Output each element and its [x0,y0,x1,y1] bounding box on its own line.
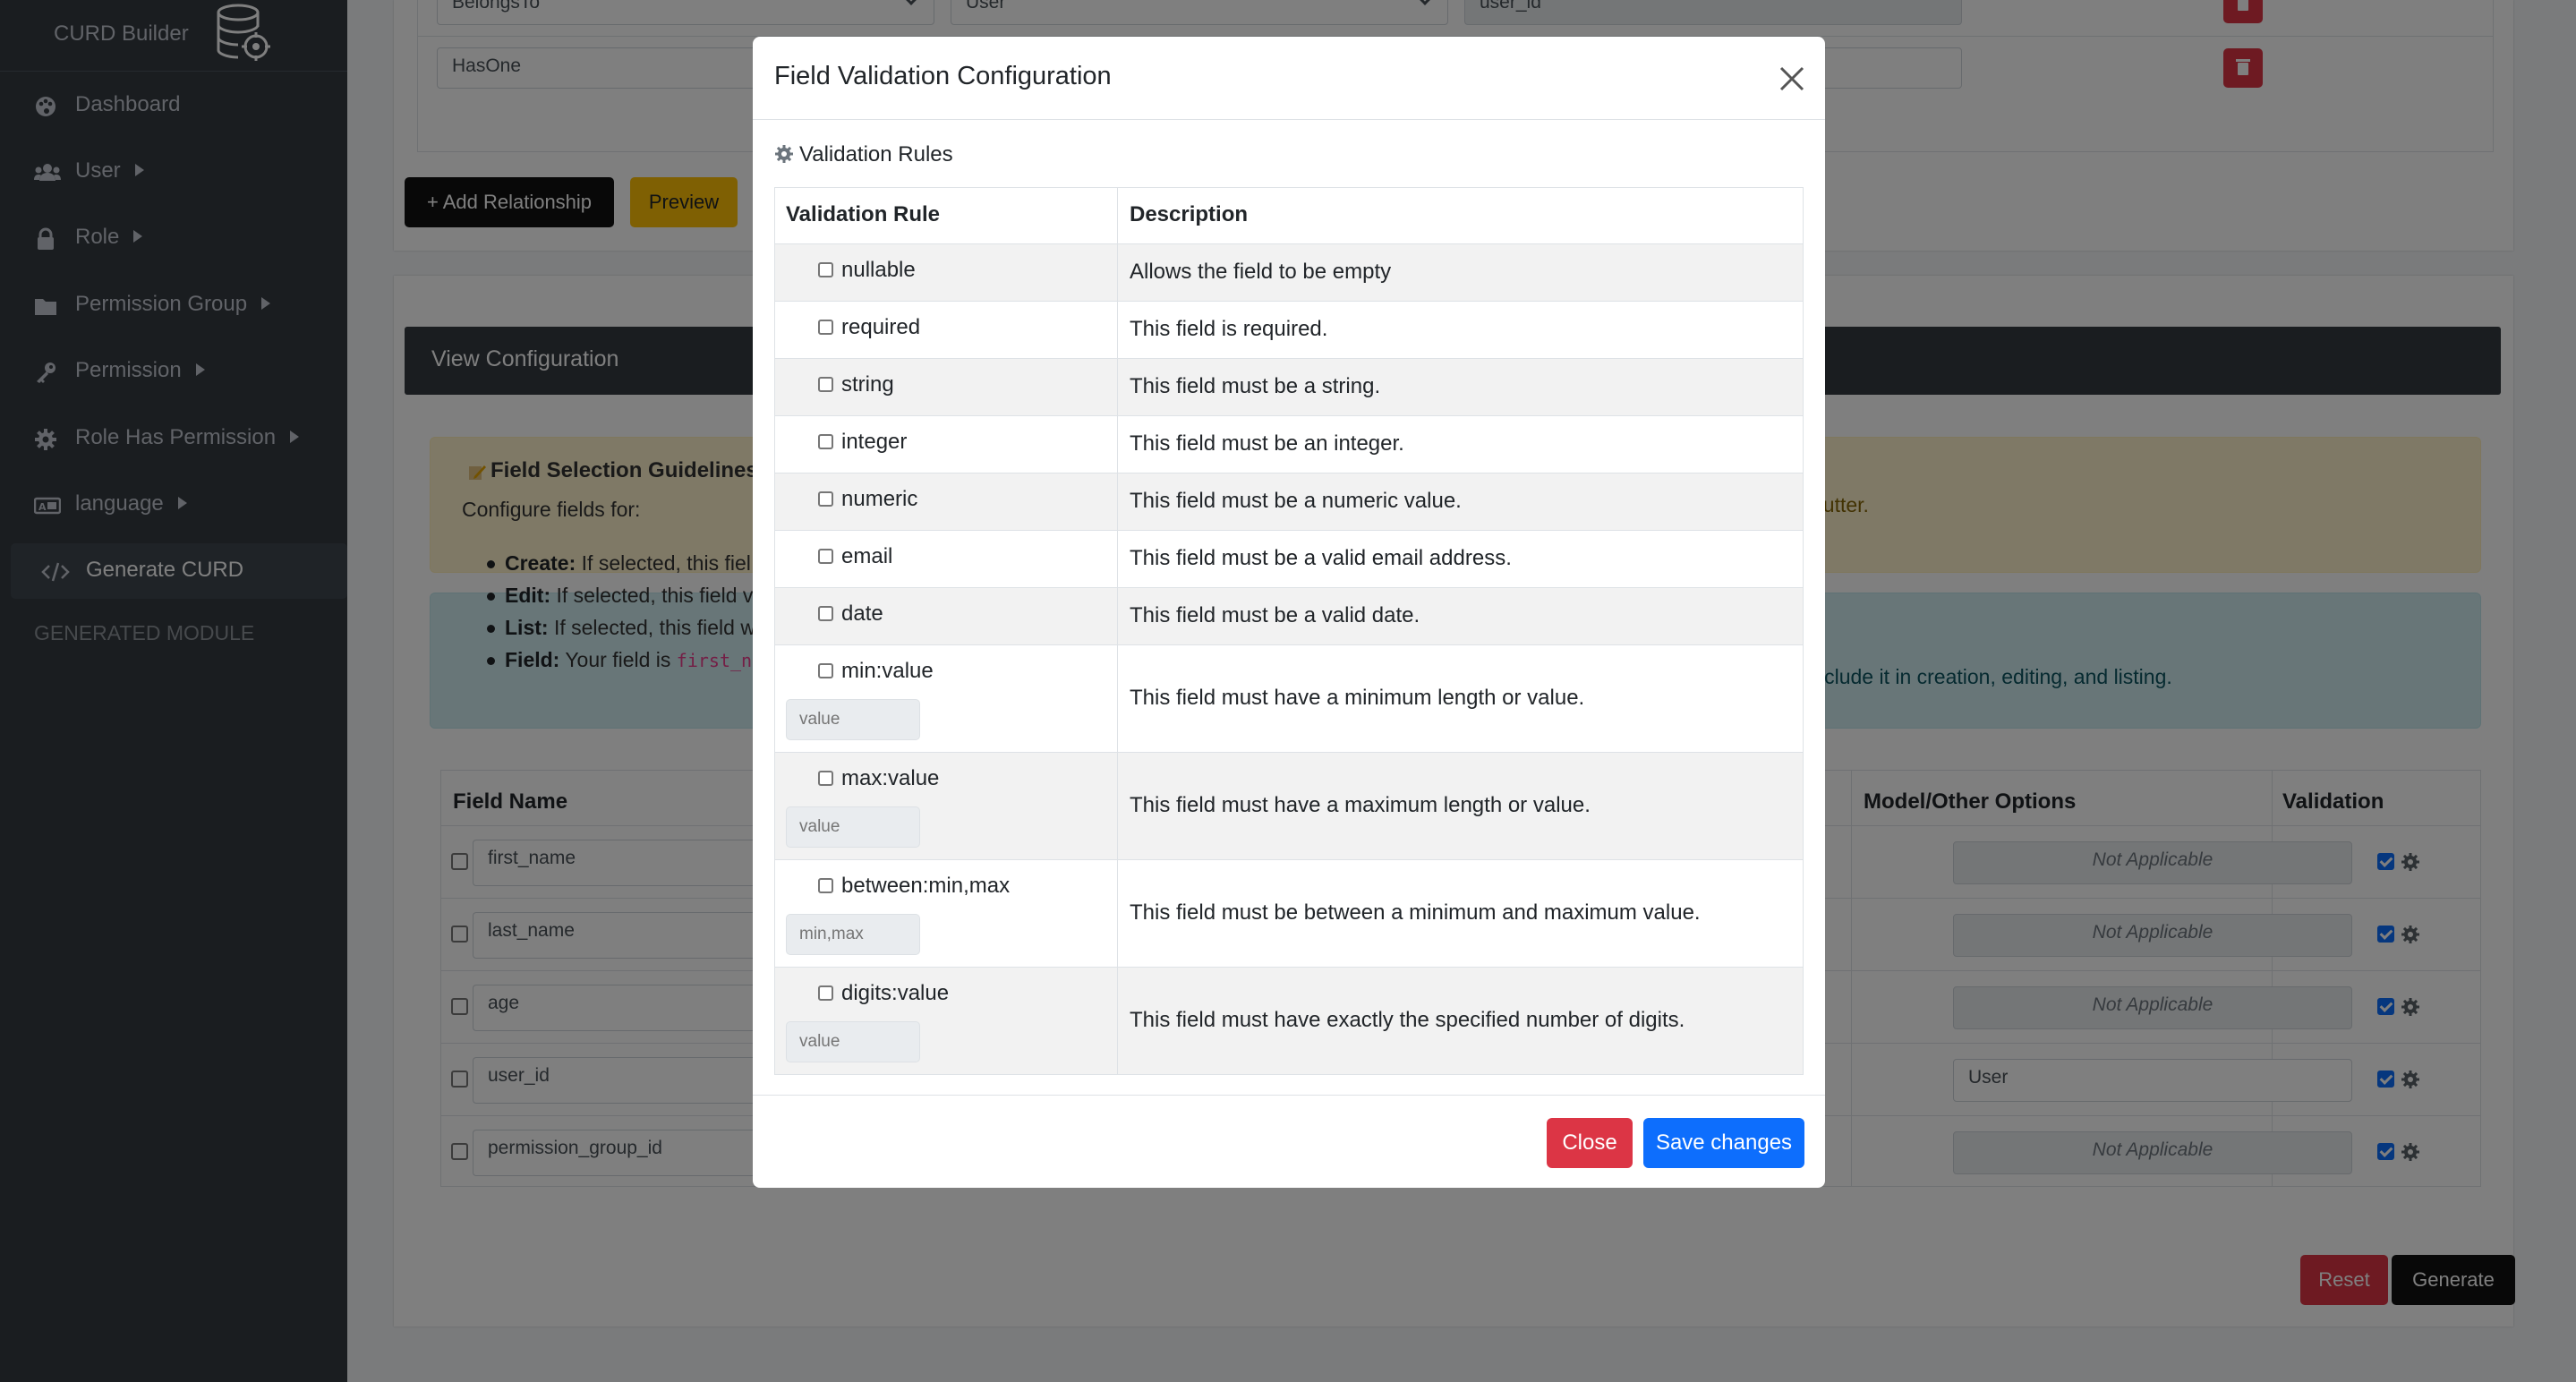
rule-checkbox-email[interactable] [818,549,833,564]
rule-checkbox-between[interactable] [818,878,833,893]
rule-checkbox-min[interactable] [818,663,833,678]
rule-description: This field must be an integer. [1130,431,1404,456]
close-icon[interactable] [1778,65,1805,92]
rule-label: max:value [841,766,940,790]
min-value-input[interactable] [786,699,920,740]
rule-description: This field must have exactly the specifi… [1130,1008,1685,1032]
rule-checkbox-date[interactable] [818,606,833,621]
validation-rules-label: Validation Rules [799,142,953,166]
rule-description: This field must be between a minimum and… [1130,900,1701,925]
rule-label: integer [841,430,908,454]
validation-rules-section-title: Validation Rules [774,142,953,167]
rule-label: digits:value [841,981,950,1005]
rule-checkbox-numeric[interactable] [818,491,833,507]
table-row: date This field must be a valid date. [775,587,1803,644]
rule-label: email [841,544,893,568]
validation-modal: Field Validation Configuration Validatio… [753,37,1825,1188]
rule-checkbox-required[interactable] [818,320,833,335]
table-row: integer This field must be an integer. [775,415,1803,473]
rule-description: This field must be a numeric value. [1130,489,1462,513]
rule-label: between:min,max [841,874,1011,898]
table-row: between:min,max This field must be betwe… [775,859,1803,967]
rule-label: nullable [841,258,916,282]
max-value-input[interactable] [786,806,920,848]
rule-description: This field must be a string. [1130,374,1381,398]
column-header-description: Description [1130,202,1249,226]
rule-checkbox-string[interactable] [818,377,833,392]
rule-label: string [841,372,894,397]
rule-checkbox-integer[interactable] [818,434,833,449]
rule-description: This field must have a minimum length or… [1130,686,1585,710]
between-value-input[interactable] [786,914,920,955]
rule-description: This field must be a valid email address… [1130,546,1512,570]
table-row: numeric This field must be a numeric val… [775,473,1803,530]
rule-description: This field must have a maximum length or… [1130,793,1591,817]
table-row: max:value This field must have a maximum… [775,752,1803,859]
table-row: string This field must be a string. [775,358,1803,415]
rule-label: numeric [841,487,918,511]
column-header-validation-rule: Validation Rule [786,202,941,226]
modal-footer-divider [753,1095,1825,1096]
rule-label: date [841,601,883,626]
rule-label: required [841,315,921,339]
rule-description: Allows the field to be empty [1130,260,1392,284]
table-row: email This field must be a valid email a… [775,530,1803,587]
rule-checkbox-max[interactable] [818,771,833,786]
validation-rules-table: Validation Rule Description nullable All… [774,187,1804,1075]
rule-label: min:value [841,659,934,683]
close-button[interactable]: Close [1547,1118,1633,1168]
digits-value-input[interactable] [786,1021,920,1062]
rule-description: This field is required. [1130,317,1328,341]
table-header-row: Validation Rule Description [775,188,1803,243]
table-row: digits:value This field must have exactl… [775,967,1803,1074]
table-row: required This field is required. [775,301,1803,358]
save-changes-button[interactable]: Save changes [1643,1118,1804,1168]
rule-checkbox-nullable[interactable] [818,262,833,277]
gear-icon [775,144,793,163]
modal-title: Field Validation Configuration [774,62,1112,90]
table-row: nullable Allows the field to be empty [775,243,1803,301]
table-row: min:value This field must have a minimum… [775,644,1803,752]
rule-checkbox-digits[interactable] [818,985,833,1001]
modal-header-divider [753,119,1825,120]
rule-description: This field must be a valid date. [1130,603,1420,627]
